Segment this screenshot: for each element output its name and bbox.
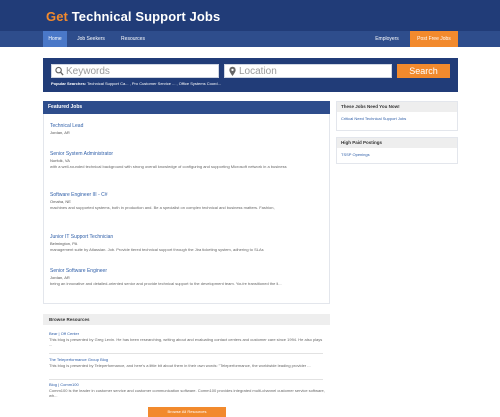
high-paid-heading: High Paid Postings bbox=[337, 138, 457, 148]
nav-resources[interactable]: Resources bbox=[116, 31, 150, 47]
job-description: being an innovative and detailed-oriente… bbox=[50, 281, 282, 286]
keywords-placeholder: Keywords bbox=[66, 66, 110, 77]
resource-description: Comm100 is the leader in customer servic… bbox=[49, 388, 325, 398]
featured-jobs-heading: Featured Jobs bbox=[43, 101, 330, 114]
search-button[interactable]: Search bbox=[397, 64, 450, 78]
job-title-link[interactable]: Senior System Administrator bbox=[50, 151, 326, 157]
browse-all-resources-button[interactable]: Browse All Resources bbox=[148, 407, 226, 417]
high-paid-link[interactable]: TSSP Openings bbox=[337, 148, 457, 157]
resource-item: Bear | Off Center This blog is presented… bbox=[49, 331, 325, 347]
resource-description: This blog is presented by Greg Levin. He… bbox=[49, 337, 323, 347]
high-paid-box: High Paid Postings TSSP Openings bbox=[336, 137, 458, 164]
logo-main-text: Technical Support Jobs bbox=[71, 9, 221, 24]
resource-item: Blog | Comm100 Comm100 is the leader in … bbox=[49, 382, 325, 398]
job-description: management suite by Atlassian. Job. Prov… bbox=[50, 247, 264, 252]
popular-searches-label: Popular Searches: bbox=[51, 81, 87, 86]
job-listing: Junior IT Support Technician Belmington,… bbox=[50, 234, 326, 252]
site-logo[interactable]: Get Technical Support Jobs bbox=[46, 9, 220, 24]
critical-jobs-heading: These Jobs Need You Now! bbox=[337, 102, 457, 112]
search-panel: Keywords Location Search Popular Searche… bbox=[43, 58, 458, 92]
popular-searches-links[interactable]: Technical Support Ca... , Pro Customer S… bbox=[87, 81, 221, 86]
job-listing: Senior Software Engineer Jordan, AR bein… bbox=[50, 268, 326, 286]
logo-accent-text: Get bbox=[46, 9, 68, 24]
nav-job-seekers[interactable]: Job Seekers bbox=[71, 31, 111, 47]
divider bbox=[49, 353, 323, 354]
nav-home[interactable]: Home bbox=[43, 31, 67, 47]
resource-title-link[interactable]: The Teleperformance Group Blog bbox=[49, 357, 325, 362]
resource-title-link[interactable]: Blog | Comm100 bbox=[49, 382, 325, 387]
search-icon bbox=[55, 66, 64, 76]
job-listing: Technical Lead Jordan, AR bbox=[50, 123, 326, 135]
job-title-link[interactable]: Senior Software Engineer bbox=[50, 268, 326, 274]
map-marker-icon bbox=[229, 66, 236, 76]
job-title-link[interactable]: Junior IT Support Technician bbox=[50, 234, 326, 240]
job-title-link[interactable]: Software Engineer III - C# bbox=[50, 192, 326, 198]
keywords-input[interactable]: Keywords bbox=[51, 64, 219, 78]
job-location: Belmington, PA bbox=[50, 241, 78, 246]
location-placeholder: Location bbox=[239, 66, 277, 77]
resource-title-link[interactable]: Bear | Off Center bbox=[49, 331, 325, 336]
job-description: with a well-rounded technical background… bbox=[50, 164, 287, 169]
job-location: Omaha, NE bbox=[50, 199, 71, 204]
browse-resources-heading: Browse Resources bbox=[43, 314, 330, 325]
critical-jobs-box: These Jobs Need You Now! Critical Need T… bbox=[336, 101, 458, 131]
location-input[interactable]: Location bbox=[224, 64, 392, 78]
resource-description: This blog is presented by Teleperformanc… bbox=[49, 363, 311, 368]
job-location: Jordan, AR bbox=[50, 130, 70, 135]
featured-jobs-panel: Featured Jobs bbox=[43, 101, 330, 114]
resource-item: The Teleperformance Group Blog This blog… bbox=[49, 357, 325, 368]
job-listing: Senior System Administrator Norfolk, VA … bbox=[50, 151, 326, 169]
nav-employers[interactable]: Employers bbox=[368, 31, 406, 47]
popular-searches: Popular Searches: Technical Support Ca..… bbox=[51, 81, 221, 86]
main-nav: Home Job Seekers Resources Employers Pos… bbox=[0, 31, 500, 47]
site-header: Get Technical Support Jobs bbox=[0, 0, 500, 31]
job-description: machines and supported systems, both in … bbox=[50, 205, 275, 210]
divider bbox=[49, 379, 323, 380]
post-free-jobs-button[interactable]: Post Free Jobs bbox=[410, 31, 458, 47]
job-location: Jordan, AR bbox=[50, 275, 70, 280]
job-location: Norfolk, VA bbox=[50, 158, 70, 163]
job-title-link[interactable]: Technical Lead bbox=[50, 123, 326, 129]
job-listing: Software Engineer III - C# Omaha, NE mac… bbox=[50, 192, 326, 210]
critical-jobs-link[interactable]: Critical Need Technical Support Jobs bbox=[337, 112, 457, 121]
featured-jobs-list: Technical Lead Jordan, AR Senior System … bbox=[43, 114, 330, 304]
